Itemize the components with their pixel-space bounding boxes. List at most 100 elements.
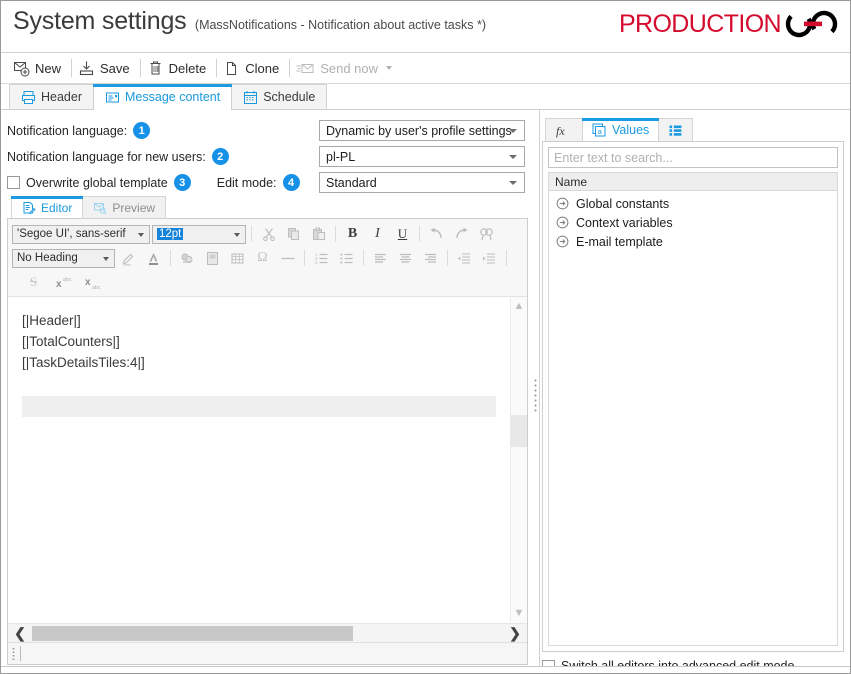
tab-editor-label: Editor <box>41 200 73 215</box>
form-area: Notification language: 1 Dynamic by user… <box>7 118 528 194</box>
tree-item-email-template[interactable]: E-mail template <box>549 232 837 251</box>
tab-message-content[interactable]: Message content <box>93 84 233 110</box>
editor-horizontal-scrollbar[interactable]: ❮ ❯ <box>8 623 527 642</box>
expand-arrow-icon[interactable] <box>556 235 569 248</box>
bold-button[interactable]: B <box>341 223 364 245</box>
save-button[interactable]: Save <box>74 58 138 79</box>
ordered-list-button[interactable]: 1 2 3 <box>310 247 333 269</box>
font-color-button[interactable] <box>142 247 165 269</box>
right-panel-tab-strip: fx a Values <box>542 118 844 141</box>
scroll-down-icon[interactable]: ▼ <box>514 608 525 619</box>
notification-language-new-users-label: Notification language for new users: <box>7 149 206 164</box>
redo-button[interactable] <box>450 223 473 245</box>
link-button[interactable] <box>176 247 199 269</box>
bullet-list-icon <box>340 253 353 263</box>
bullet-list-button[interactable] <box>335 247 358 269</box>
search-input[interactable]: Enter text to search... <box>548 147 838 168</box>
vertical-scroll-thumb[interactable] <box>510 415 527 447</box>
form-row-overwrite-and-edit-mode: Overwrite global template 3 Edit mode: 4… <box>7 170 528 195</box>
toolbar-row-3: S x abc x abc <box>12 270 523 294</box>
table-button[interactable] <box>226 247 249 269</box>
pane-splitter[interactable] <box>528 110 542 673</box>
clone-button[interactable]: Clone <box>219 58 287 79</box>
editor-line-1: [|Header|] <box>22 313 81 328</box>
editor-frame: 'Segoe UI', sans-serif 12pt B I U No Hea… <box>7 218 528 665</box>
tree-item-global-constants[interactable]: Global constants <box>549 194 837 213</box>
toolbar-separator <box>506 250 507 266</box>
horizontal-rule-button[interactable] <box>276 247 299 269</box>
toolbar-separator <box>251 226 252 242</box>
expand-arrow-icon[interactable] <box>556 197 569 210</box>
svg-text:3: 3 <box>315 260 318 265</box>
image-button[interactable] <box>201 247 224 269</box>
special-char-button[interactable]: Ω <box>251 247 274 269</box>
scroll-left-icon[interactable]: ❮ <box>8 625 32 642</box>
notification-language-new-users-select[interactable]: pl-PL <box>319 146 525 167</box>
resize-grip-icon[interactable] <box>12 647 15 660</box>
align-right-button[interactable] <box>419 247 442 269</box>
paste-button[interactable] <box>307 223 330 245</box>
indent-button[interactable] <box>478 247 501 269</box>
outdent-button[interactable] <box>453 247 476 269</box>
tab-values[interactable]: a Values <box>582 118 660 141</box>
new-button[interactable]: New <box>9 58 69 79</box>
expand-arrow-icon[interactable] <box>556 216 569 229</box>
heading-select[interactable]: No Heading <box>12 248 115 268</box>
command-bar: New Save Delete Clone Send now <box>1 53 850 84</box>
tab-functions[interactable]: fx <box>545 118 583 141</box>
trash-icon <box>150 61 161 74</box>
superscript-icon: x abc <box>56 277 72 290</box>
save-button-label: Save <box>100 60 130 76</box>
editor-canvas[interactable]: [|Header|] [|TotalCounters|] [|TaskDetai… <box>8 297 527 623</box>
horizontal-rule-icon <box>281 257 294 259</box>
superscript-button[interactable]: x abc <box>53 271 76 293</box>
italic-button[interactable]: I <box>366 223 389 245</box>
window-titlebar: System settings (MassNotifications - Not… <box>1 1 850 53</box>
tab-list-detail[interactable] <box>658 118 694 141</box>
highlight-button[interactable] <box>117 247 140 269</box>
undo-button[interactable] <box>425 223 448 245</box>
tab-schedule[interactable]: Schedule <box>231 84 328 109</box>
align-left-icon <box>375 253 386 263</box>
svg-text:x: x <box>85 277 91 288</box>
overwrite-global-template-checkbox[interactable] <box>7 176 20 189</box>
editor-placeholder-block <box>22 395 496 417</box>
copy-button[interactable] <box>282 223 305 245</box>
delete-button[interactable]: Delete <box>143 58 215 79</box>
notification-language-select[interactable]: Dynamic by user's profile settings <box>319 120 525 141</box>
splitter-grip-icon <box>533 377 537 414</box>
font-size-select[interactable]: 12pt <box>152 224 246 244</box>
command-separator <box>289 59 291 77</box>
align-center-button[interactable] <box>394 247 417 269</box>
strikethrough-button[interactable]: S <box>22 271 45 293</box>
tree-item-context-variables[interactable]: Context variables <box>549 213 837 232</box>
tab-schedule-label: Schedule <box>263 90 316 104</box>
scroll-up-icon[interactable]: ▲ <box>514 301 525 312</box>
main-tab-strip: Header Message content Schedule <box>1 84 850 110</box>
values-grid-header: Name <box>548 172 838 191</box>
chevron-down-icon <box>138 232 144 237</box>
subscript-button[interactable]: x abc <box>82 271 105 293</box>
horizontal-scroll-thumb[interactable] <box>32 625 353 641</box>
page-subtitle: (MassNotifications - Notification about … <box>194 18 486 32</box>
link-icon <box>181 253 193 263</box>
edit-mode-select[interactable]: Standard <box>319 172 525 193</box>
find-button[interactable] <box>475 223 498 245</box>
toolbar-separator <box>170 250 171 266</box>
editor-vertical-scrollbar[interactable]: ▲ ▼ <box>510 297 527 623</box>
editor-canvas-content[interactable]: [|Header|] [|TotalCounters|] [|TaskDetai… <box>8 297 510 623</box>
command-separator <box>71 59 73 77</box>
tab-preview[interactable]: Preview <box>82 196 167 218</box>
font-family-select[interactable]: 'Segoe UI', sans-serif <box>12 224 150 244</box>
undo-icon <box>430 227 442 239</box>
column-header-name: Name <box>555 174 588 189</box>
tab-header[interactable]: Header <box>9 84 94 109</box>
send-now-button[interactable]: Send now <box>292 58 400 79</box>
tab-editor[interactable]: Editor <box>11 196 84 218</box>
align-left-button[interactable] <box>369 247 392 269</box>
command-separator <box>139 59 141 77</box>
cut-button[interactable] <box>257 223 280 245</box>
scroll-right-icon[interactable]: ❯ <box>503 625 527 642</box>
tree-item-label: Global constants <box>576 196 670 211</box>
underline-button[interactable]: U <box>391 223 414 245</box>
